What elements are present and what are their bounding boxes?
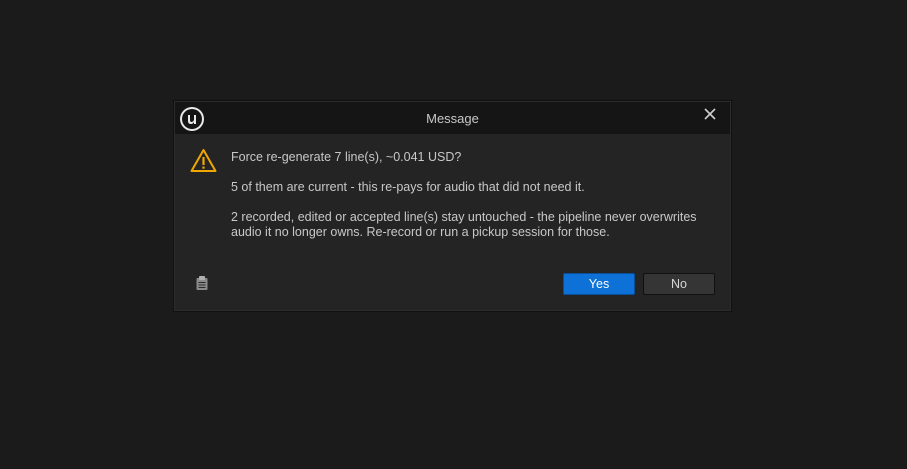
message-line-untouched: 2 recorded, edited or accepted line(s) s…: [231, 210, 721, 240]
dialog-titlebar[interactable]: Message: [175, 102, 730, 134]
close-icon[interactable]: [702, 106, 718, 122]
clipboard-icon[interactable]: [195, 275, 209, 291]
yes-button[interactable]: Yes: [563, 273, 635, 295]
message-line-untouched-1: 2 recorded, edited or accepted line(s) s…: [231, 210, 697, 224]
dialog-title: Message: [426, 111, 479, 126]
message-body: Force re-generate 7 line(s), ~0.041 USD?…: [231, 150, 721, 240]
message-line-current: 5 of them are current - this re-pays for…: [231, 180, 585, 194]
no-button[interactable]: No: [643, 273, 715, 295]
message-dialog: Message Force re-generate 7 line(s), ~0.…: [173, 100, 732, 312]
warning-icon: [190, 148, 217, 173]
message-line-untouched-2: audio it no longer owns. Re-record or ru…: [231, 225, 610, 239]
message-line-cost: Force re-generate 7 line(s), ~0.041 USD?: [231, 150, 462, 164]
